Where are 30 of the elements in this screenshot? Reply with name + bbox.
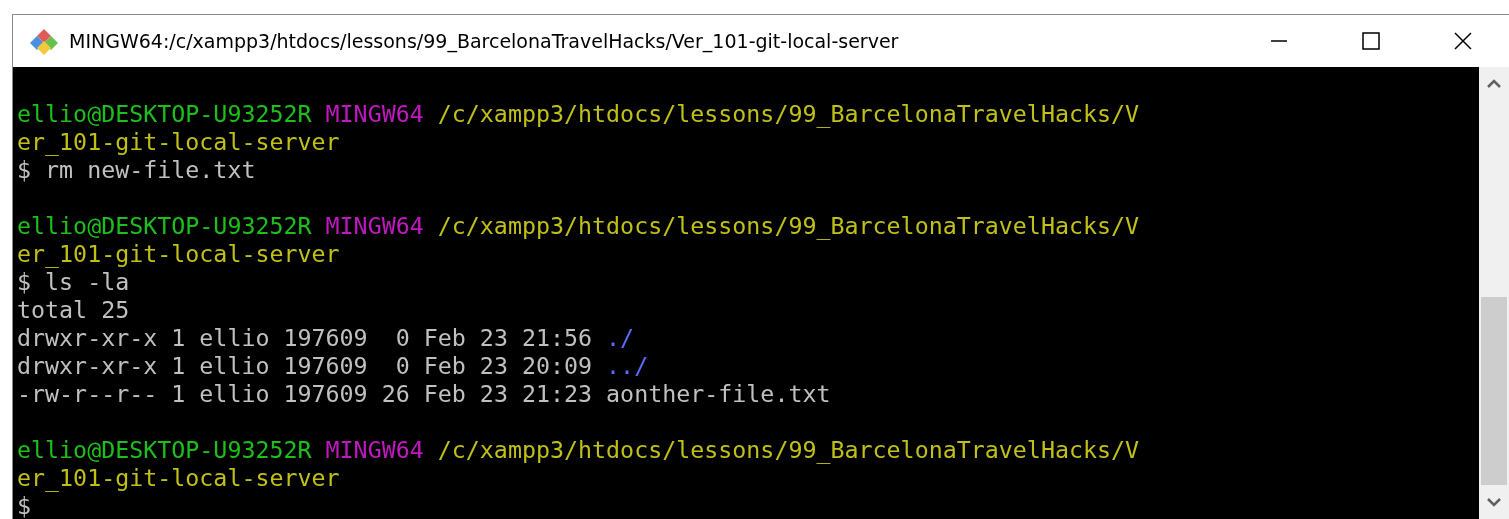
prompt-host: MINGW64 [325, 436, 424, 463]
diamond-app-icon [29, 26, 59, 56]
prompt-path: /c/xampp3/htdocs/lessons/99_BarcelonaTravelHacks/V [437, 436, 1140, 463]
output-text: -rw-r--r-- 1 ellio 197609 26 Feb 23 21:23 aonther-file.txt [17, 380, 831, 407]
prompt-path: /c/xampp3/htdocs/lessons/99_BarcelonaTravelHacks/V [437, 100, 1140, 127]
window-title: MINGW64:/c/xampp3/htdocs/lessons/99_BarcelonaTravelHacks/Ver_101-git-local-server [69, 30, 900, 52]
prompt-path: er_101-git-local-server [17, 240, 340, 267]
prompt-path: er_101-git-local-server [17, 128, 340, 155]
prompt-user: ellio@DESKTOP-U93252R [17, 212, 312, 239]
scrollbar[interactable] [1479, 67, 1509, 519]
scroll-down-icon[interactable] [1487, 497, 1501, 507]
directory-name: ./ [606, 324, 635, 351]
output-text: total 25 [17, 296, 130, 323]
maximize-icon [1361, 31, 1381, 51]
scroll-up-icon[interactable] [1487, 79, 1501, 89]
command-text: $ ls -la [17, 268, 130, 295]
prompt-user: ellio@DESKTOP-U93252R [17, 100, 312, 127]
prompt-path: /c/xampp3/htdocs/lessons/99_BarcelonaTravelHacks/V [437, 212, 1140, 239]
command-text: $ [17, 492, 32, 519]
minimize-icon [1271, 40, 1287, 42]
close-icon [1453, 31, 1473, 51]
prompt-user: ellio@DESKTOP-U93252R [17, 436, 312, 463]
directory-name: ../ [606, 352, 649, 379]
output-text: drwxr-xr-x 1 ellio 197609 0 Feb 23 21:56 [17, 324, 593, 351]
output-text: drwxr-xr-x 1 ellio 197609 0 Feb 23 20:09 [17, 352, 593, 379]
prompt-host: MINGW64 [325, 100, 424, 127]
command-text: $ rm new-file.txt [17, 156, 256, 183]
prompt-host: MINGW64 [325, 212, 424, 239]
scrollbar-thumb[interactable] [1481, 297, 1507, 485]
prompt-path: er_101-git-local-server [17, 464, 340, 491]
